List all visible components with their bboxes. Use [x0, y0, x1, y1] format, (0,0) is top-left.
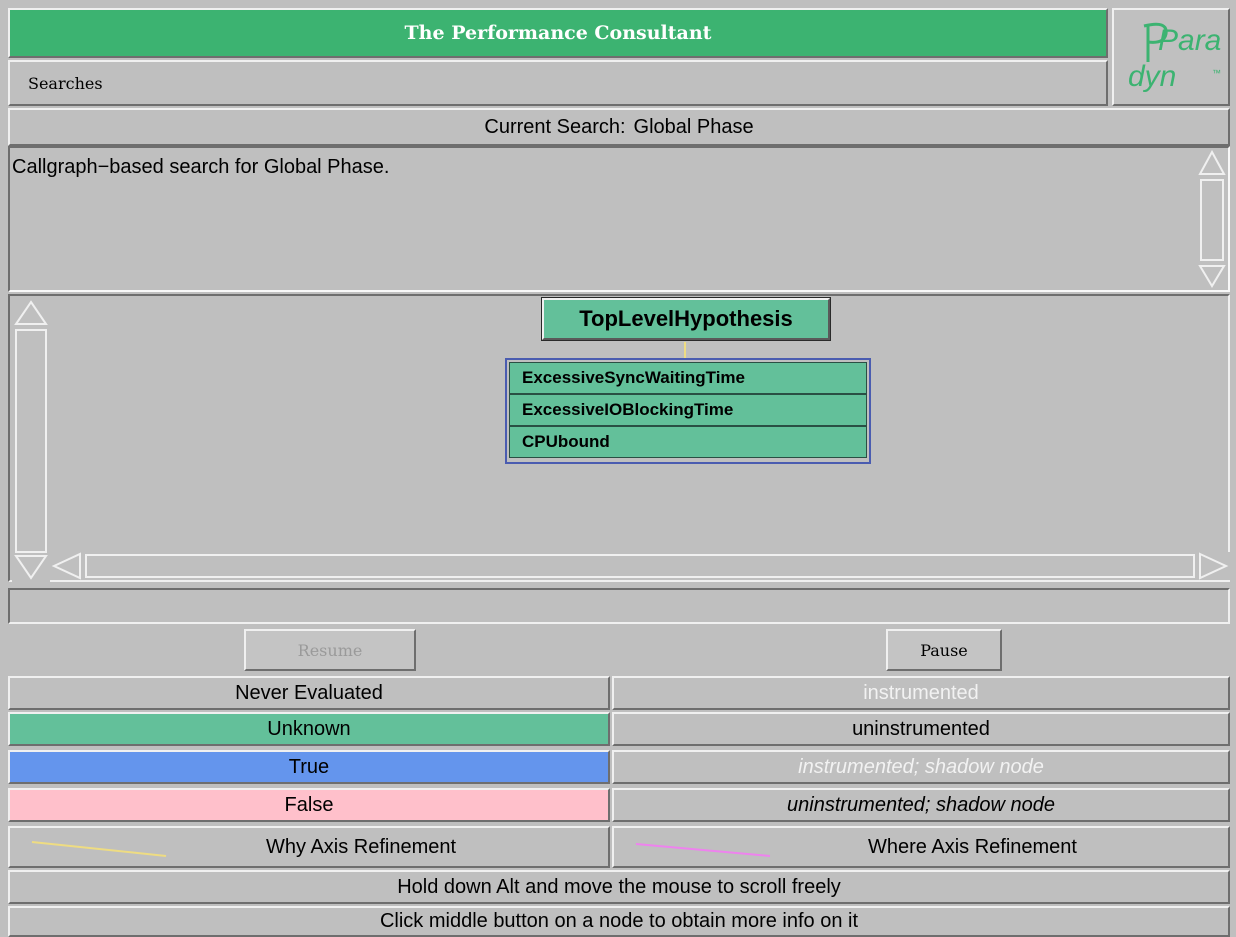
why-axis-label: Why Axis Refinement: [266, 835, 457, 858]
where-axis-line-icon: [635, 843, 771, 857]
window-title: The Performance Consultant: [8, 8, 1108, 58]
description-scrollbar[interactable]: [1198, 150, 1226, 288]
why-axis-line-icon: [31, 841, 167, 857]
search-description-panel: Callgraph−based search for Global Phase.: [8, 146, 1230, 292]
status-line: [8, 588, 1230, 624]
graph-hscroll-thumb: [85, 554, 1195, 578]
node-cpu-bound[interactable]: CPUbound: [509, 426, 867, 458]
why-edge: [684, 342, 686, 358]
legend-never-evaluated: Never Evaluated: [8, 676, 610, 710]
logo-bottom-text: dyn: [1128, 60, 1176, 93]
legend-instrumented: instrumented: [612, 676, 1230, 710]
legend-instrumented-shadow: instrumented; shadow node: [612, 750, 1230, 784]
menu-searches[interactable]: Searches: [28, 74, 103, 93]
node-excessive-sync-waiting-time[interactable]: ExcessiveSyncWaitingTime: [509, 362, 867, 394]
paradyn-logo: Para dyn ™: [1112, 8, 1230, 106]
graph-vertical-scrollbar[interactable]: [12, 298, 50, 582]
search-graph-panel: TopLevelHypothesis ExcessiveSyncWaitingT…: [8, 294, 1230, 582]
graph-horizontal-scrollbar[interactable]: [50, 552, 1230, 580]
legend-false: False: [8, 788, 610, 822]
resume-button[interactable]: Resume: [244, 629, 416, 671]
legend-unknown: Unknown: [8, 712, 610, 746]
current-search-bar: Current Search: Global Phase: [8, 108, 1230, 146]
menu-bar: Searches: [8, 60, 1108, 106]
legend-why-axis: Why Axis Refinement: [8, 826, 610, 868]
graph-canvas: TopLevelHypothesis ExcessiveSyncWaitingT…: [50, 296, 1232, 550]
logo-top-text: Para: [1158, 24, 1221, 57]
pause-button[interactable]: Pause: [886, 629, 1002, 671]
current-search-label: Current Search:: [484, 115, 626, 138]
legend-true: True: [8, 750, 610, 784]
current-search-value: Global Phase: [633, 115, 754, 138]
logo-tm: ™: [1212, 68, 1221, 78]
node-excessive-io-blocking-time[interactable]: ExcessiveIOBlockingTime: [509, 394, 867, 426]
where-axis-label: Where Axis Refinement: [868, 835, 1077, 858]
child-hypotheses-group: ExcessiveSyncWaitingTime ExcessiveIOBloc…: [505, 358, 871, 464]
legend-where-axis: Where Axis Refinement: [612, 826, 1230, 868]
graph-vscroll-thumb: [15, 329, 47, 553]
legend-uninstrumented-shadow: uninstrumented; shadow node: [612, 788, 1230, 822]
hint-node-info: Click middle button on a node to obtain …: [8, 906, 1230, 937]
search-description-text: Callgraph−based search for Global Phase.: [12, 156, 390, 178]
scroll-thumb: [1200, 179, 1224, 261]
hint-scroll: Hold down Alt and move the mouse to scro…: [8, 870, 1230, 904]
legend-uninstrumented: uninstrumented: [612, 712, 1230, 746]
